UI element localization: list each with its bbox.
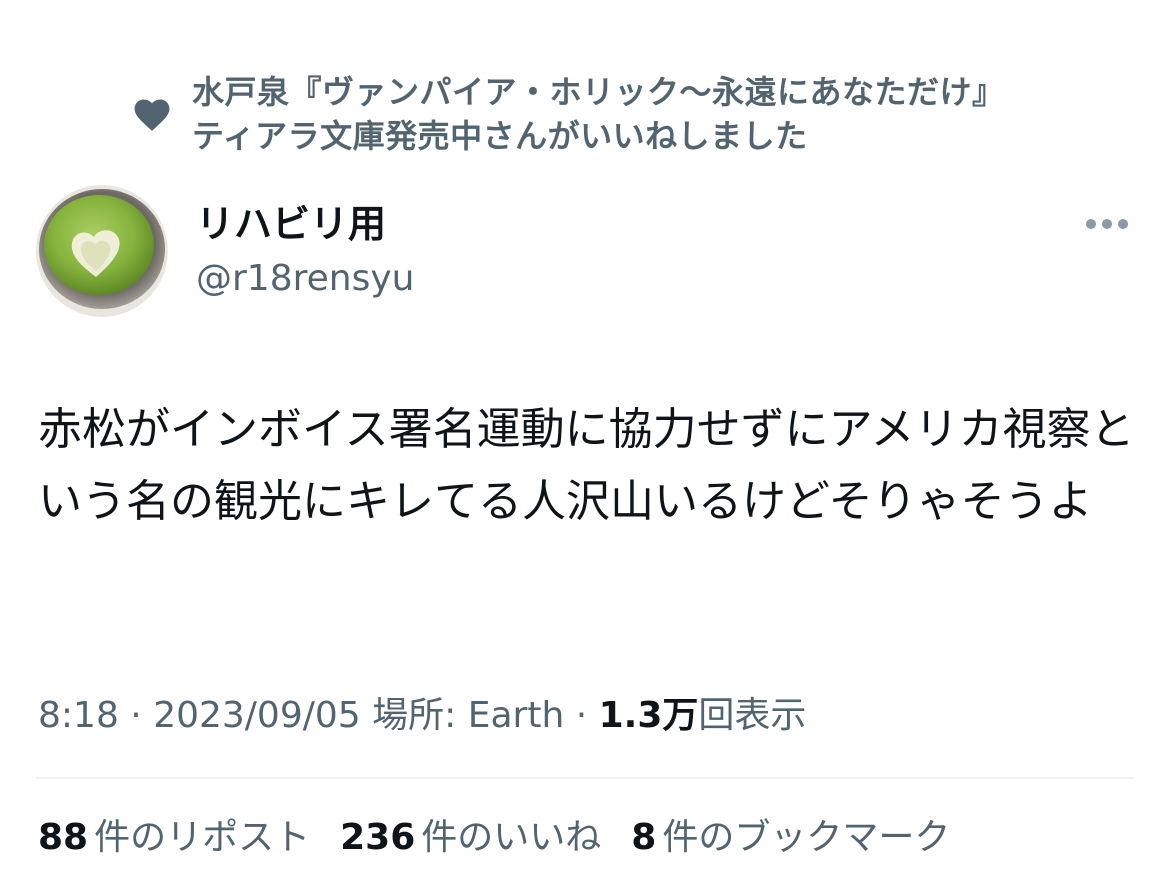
- meta-separator: ·: [118, 695, 154, 736]
- matcha-latte-avatar: [36, 185, 168, 317]
- tweet-date[interactable]: 2023/09/05: [153, 695, 361, 736]
- author-handle[interactable]: @r18rensyu: [196, 254, 414, 304]
- like-count: 236: [340, 817, 416, 858]
- social-context-line2: ティアラ文庫発売中さんがいいねしました: [192, 117, 808, 155]
- like-count-link[interactable]: 236 件のいいね: [340, 812, 601, 864]
- tweet-time[interactable]: 8:18: [38, 695, 119, 736]
- engagement-stats: 88 件のリポスト 236 件のいいね 8 件のブックマーク: [38, 812, 980, 864]
- social-context-text: 水戸泉『ヴァンパイア・ホリック〜永遠にあなただけ』 ティアラ文庫発売中さんがいい…: [192, 70, 1005, 158]
- tweet-text: 赤松がインボイス署名運動に協力せずにアメリカ視察という名の観光にキレてる人沢山い…: [38, 404, 1135, 527]
- divider: [36, 777, 1134, 779]
- author-display-name[interactable]: リハビリ用: [196, 198, 386, 250]
- location-prefix: 場所:: [360, 695, 468, 736]
- repost-label: 件のリポスト: [94, 817, 311, 858]
- bookmark-label: 件のブックマーク: [662, 817, 951, 858]
- bookmark-count-link[interactable]: 8 件のブックマーク: [631, 812, 950, 864]
- bookmark-count: 8: [631, 817, 657, 858]
- avatar[interactable]: [36, 185, 168, 317]
- heart-icon: [134, 99, 170, 131]
- views-label[interactable]: 回表示: [698, 695, 806, 736]
- tweet-meta: 8:18 · 2023/09/05 場所: Earth · 1.3万回表示: [38, 690, 806, 742]
- views-count[interactable]: 1.3万: [599, 695, 699, 736]
- social-context-line1: 水戸泉『ヴァンパイア・ホリック〜永遠にあなただけ』: [192, 73, 1005, 111]
- social-context[interactable]: 水戸泉『ヴァンパイア・ホリック〜永遠にあなただけ』 ティアラ文庫発売中さんがいい…: [130, 70, 1130, 158]
- more-icon[interactable]: [1083, 210, 1131, 238]
- repost-count: 88: [38, 817, 89, 858]
- tweet-location[interactable]: Earth: [468, 695, 565, 736]
- like-label: 件のいいね: [421, 817, 602, 858]
- repost-count-link[interactable]: 88 件のリポスト: [38, 812, 310, 864]
- meta-separator: ·: [564, 695, 599, 736]
